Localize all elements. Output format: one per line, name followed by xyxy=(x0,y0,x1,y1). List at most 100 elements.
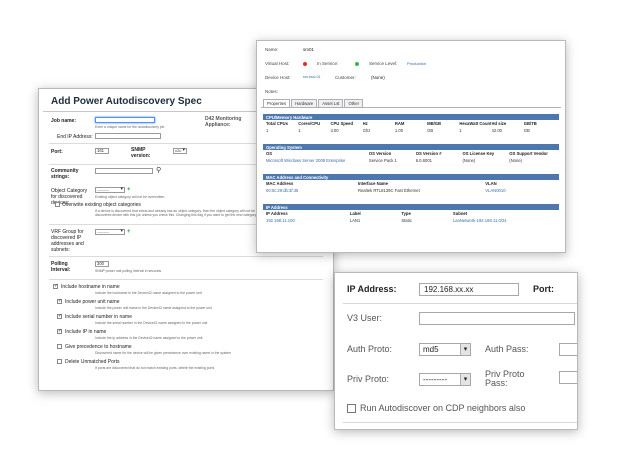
tab-hardware[interactable]: Hardware xyxy=(291,99,318,107)
device-details-panel: Name: sm01 Virtual Host: In Service: Ser… xyxy=(256,40,566,253)
snmp-version-select[interactable]: v2c xyxy=(173,148,187,154)
notes-label: Notes: xyxy=(265,89,279,94)
delete-unmatched-ports-checkbox[interactable] xyxy=(57,359,62,364)
snmp-version-label: SNMP version: xyxy=(131,147,151,159)
job-name-input[interactable] xyxy=(95,117,155,123)
table-cell[interactable]: Microsoft Windows Server 2008 Enterprise xyxy=(266,158,369,163)
column-header: MAC Address xyxy=(266,181,294,186)
name-value: sm01 xyxy=(303,47,315,52)
table-cell: (None) xyxy=(462,158,476,163)
column-header: CPU Speed xyxy=(330,121,354,126)
virtual-host-label: Virtual Host: xyxy=(265,61,290,66)
table-cell: 1 xyxy=(459,128,462,133)
table-cell: GB xyxy=(523,128,530,133)
column-header: Subnet xyxy=(452,211,468,216)
column-header: Type xyxy=(401,211,411,216)
object-category-hint: Existing object category will not be ove… xyxy=(95,195,166,199)
tab-bar: Properties Hardware Asset Lst Other xyxy=(263,99,363,107)
column-header: OS Support Vendor xyxy=(509,151,548,156)
service-level-value[interactable]: Production xyxy=(407,61,426,66)
ip-section: IP Address IP Address Label Type Subnet … xyxy=(263,204,559,224)
overwrite-categories-label: Overwrite existing object categories xyxy=(62,202,141,208)
tab-properties[interactable]: Properties xyxy=(263,99,291,107)
hostname-precedence-checkbox[interactable] xyxy=(57,344,62,349)
table-header: MAC Address Interface Name VLAN xyxy=(263,180,559,187)
table-header: OS OS Version OS Version # OS License Ke… xyxy=(263,150,559,157)
include-power-unit-name-checkbox[interactable] xyxy=(57,298,62,304)
vrf-group-label: VRF Group for discovered IP addresses an… xyxy=(51,229,84,253)
auth-pass-label: Auth Pass: xyxy=(485,344,529,354)
in-service-status-icon xyxy=(355,62,359,66)
table-cell: Ghz xyxy=(362,128,371,133)
option-hint: Include the ip address in the Device42 n… xyxy=(95,336,203,340)
table-header: IP Address Label Type Subnet xyxy=(263,210,559,217)
community-strings-label: Community strings: xyxy=(51,168,79,180)
ip-credentials-panel: IP Address: 192.168.xx.xx Port: V3 User:… xyxy=(334,272,578,430)
job-name-label: Job name: xyxy=(51,118,77,124)
option-label: Delete Unmatched Ports xyxy=(65,359,120,365)
tab-other[interactable]: Other xyxy=(344,99,363,107)
overwrite-categories-checkbox[interactable] xyxy=(55,202,60,207)
device-host-value[interactable]: sm-esxi-01 xyxy=(303,75,321,79)
table-cell: 1 xyxy=(298,128,301,133)
auth-pass-input[interactable] xyxy=(559,343,577,356)
cdp-neighbors-label: Run Autodiscover on CDP neighbors also xyxy=(360,403,526,413)
community-strings-input[interactable] xyxy=(95,168,153,174)
name-label: Name: xyxy=(265,47,279,52)
polling-interval-input[interactable]: 300 xyxy=(95,261,109,267)
add-vrf-icon[interactable]: + xyxy=(127,229,131,235)
option-hint: Include the power unit name in the Devic… xyxy=(95,306,212,310)
end-ip-input[interactable] xyxy=(95,133,161,139)
table-cell[interactable]: 00:0c:29:db:3f:45 xyxy=(266,188,358,193)
table-row: 192.168.11.100 LAN1 Static LanNetwork-19… xyxy=(263,217,559,224)
os-section: Operating System OS OS Version OS Versio… xyxy=(263,144,559,164)
priv-proto-pass-label: Priv Proto Pass: xyxy=(485,369,525,388)
vrf-group-select[interactable]: --------- xyxy=(95,229,125,235)
option-hint: If ports are discovered that do not matc… xyxy=(95,366,215,370)
v3-user-label: V3 User: xyxy=(347,313,383,323)
auth-proto-value: md5 xyxy=(423,345,439,354)
table-cell: Service Pack 1 xyxy=(368,158,397,163)
divider xyxy=(49,279,323,280)
job-name-hint: Enter a unique name for the autodiscover… xyxy=(95,125,165,129)
device-summary: Name: sm01 Virtual Host: In Service: Ser… xyxy=(257,41,565,97)
add-category-icon[interactable]: + xyxy=(127,187,131,193)
table-cell[interactable]: 192.168.11.100 xyxy=(266,218,350,223)
priv-proto-label: Priv Proto: xyxy=(347,374,390,384)
search-icon[interactable]: ⚲ xyxy=(156,166,161,174)
column-header: OS xyxy=(266,151,273,156)
table-cell: Static xyxy=(401,218,412,223)
ip-address-input[interactable]: 192.168.xx.xx xyxy=(419,283,519,296)
option-label: Give precedence to hostname xyxy=(65,344,132,350)
table-cell: LAN1 xyxy=(349,218,361,223)
table-cell: 6.0.6001 xyxy=(415,158,432,163)
v3-user-input[interactable] xyxy=(419,312,575,325)
option-label: Include IP in name xyxy=(65,329,107,335)
priv-proto-select[interactable]: --------- ▾ xyxy=(419,373,471,386)
chevron-down-icon: ▾ xyxy=(460,344,470,355)
table-cell[interactable]: VLAN0010 xyxy=(485,188,556,193)
divider xyxy=(343,422,577,423)
include-hostname-checkbox[interactable] xyxy=(53,283,58,289)
table-cell: 1 xyxy=(266,128,269,133)
table-cell[interactable]: LanNetwork-192.168.11.0/24 xyxy=(453,218,556,223)
column-header: OS Version # xyxy=(415,151,442,156)
tab-asset-list[interactable]: Asset Lst xyxy=(318,99,344,107)
cdp-neighbors-checkbox[interactable] xyxy=(347,404,356,413)
include-serial-number-checkbox[interactable] xyxy=(57,313,62,319)
column-header: HexaWatt Count xyxy=(459,121,492,126)
in-service-label: In Service: xyxy=(317,61,339,66)
priv-proto-pass-input[interactable] xyxy=(559,371,577,384)
column-header: Cores/CPU xyxy=(298,121,321,126)
option-label: Include power unit name xyxy=(65,299,120,305)
port-input[interactable]: 161 xyxy=(95,148,109,154)
auth-proto-select[interactable]: md5 ▾ xyxy=(419,343,471,356)
option-label: Include serial number in name xyxy=(65,314,132,320)
option-label: Include hostname in name xyxy=(61,284,120,290)
table-row: 00:0c:29:db:3f:45 Realtek RTL8139C Fast … xyxy=(263,187,559,194)
object-category-select[interactable]: --------- xyxy=(95,187,125,193)
customer-value: (None) xyxy=(371,75,385,80)
include-ip-checkbox[interactable] xyxy=(57,328,62,334)
mac-section: MAC Address and Connectivity MAC Address… xyxy=(263,174,559,194)
table-row: 1 1 3.00 Ghz 1.00 GB 1 42.00 GB xyxy=(263,127,559,134)
